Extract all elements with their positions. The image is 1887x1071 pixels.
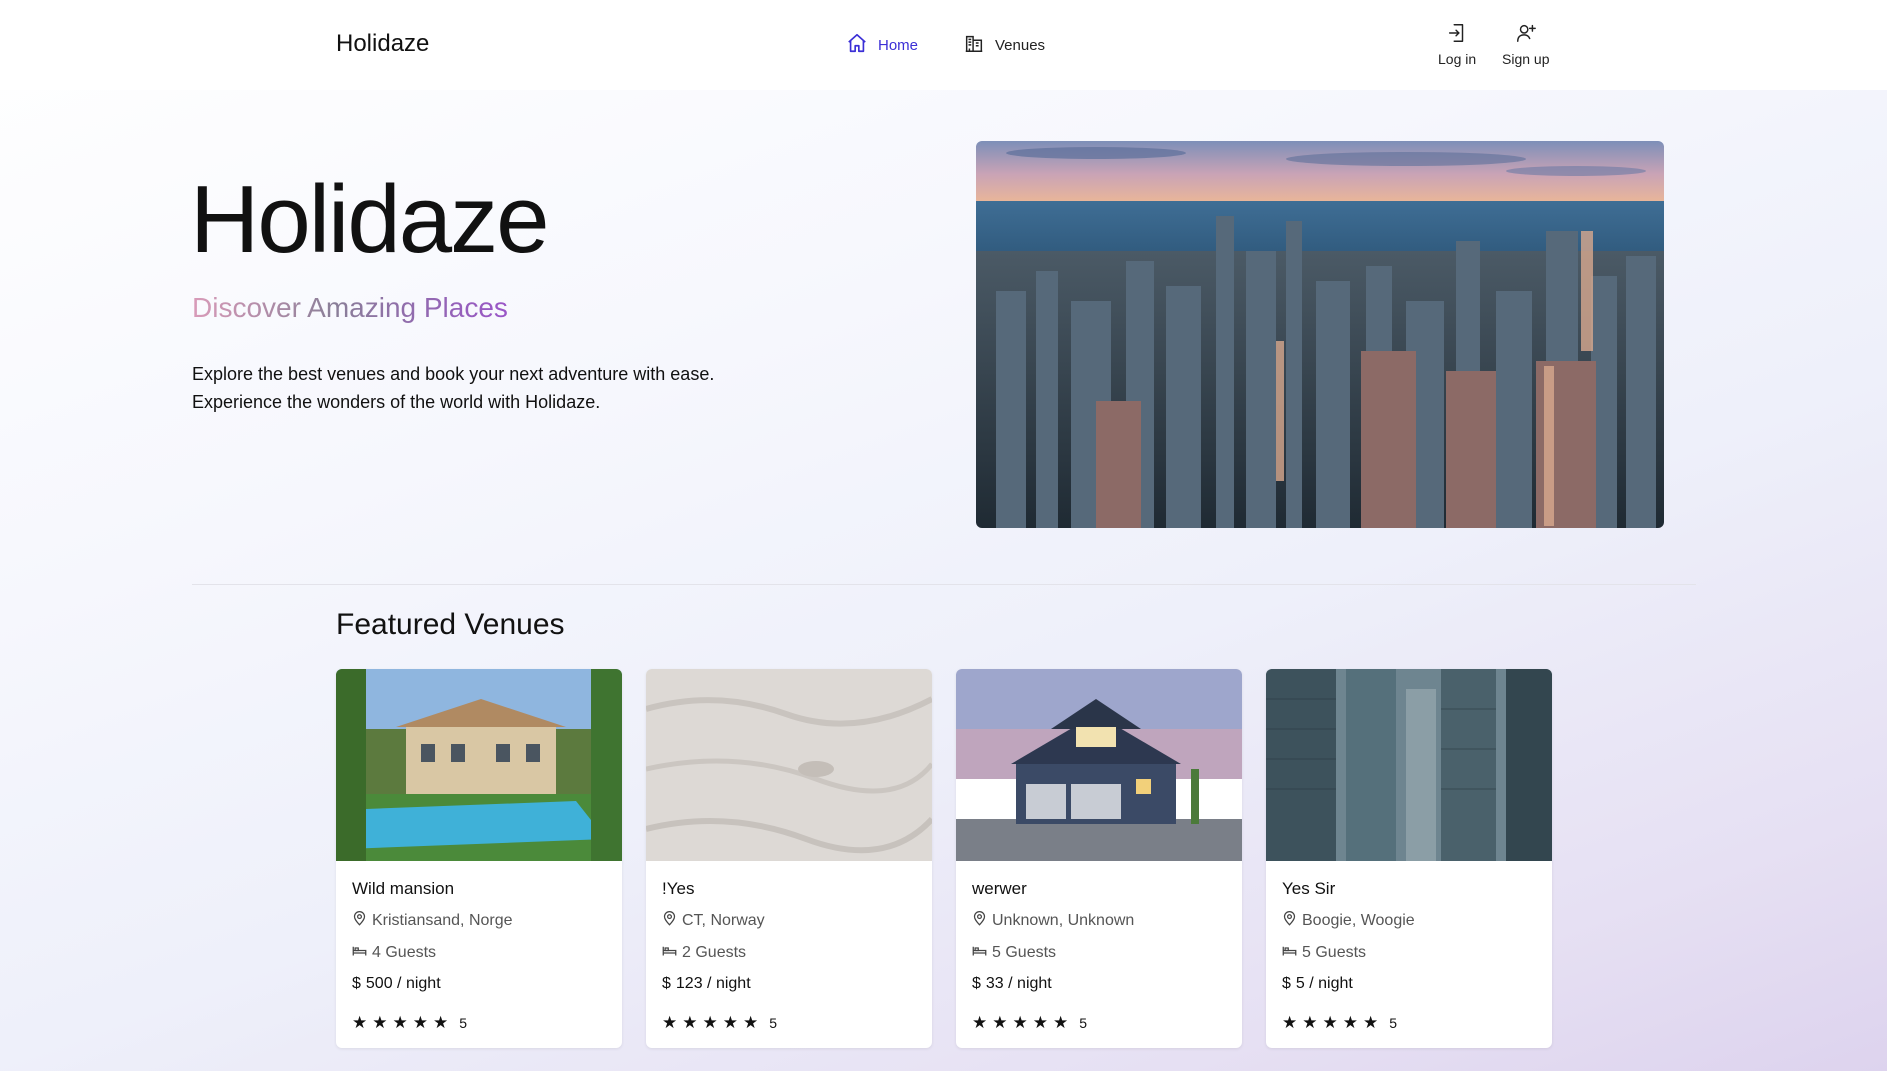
location-pin-icon — [1282, 911, 1297, 931]
venue-name: Wild mansion — [352, 879, 455, 898]
venue-rating: ★ ★ ★ ★ ★ 5 — [1282, 1014, 1397, 1031]
venue-location: Unknown, Unknown — [972, 911, 1134, 931]
brand-logo[interactable]: Holidaze — [336, 30, 429, 58]
venue-guests: 5 Guests — [972, 943, 1056, 963]
venue-image-skyscrapers — [1266, 669, 1552, 861]
login-icon — [1446, 22, 1468, 47]
venue-card[interactable]: Wild mansion Kristiansand, Norge 4 Guest… — [336, 669, 622, 1048]
bed-icon — [352, 943, 367, 963]
hero-title: Holidaze — [190, 166, 550, 273]
dollar-icon: $ — [972, 975, 981, 992]
star-icon: ★ — [1322, 1013, 1338, 1032]
venue-rating: ★ ★ ★ ★ ★ 5 — [352, 1014, 467, 1031]
bed-icon — [662, 943, 677, 963]
star-icon: ★ — [972, 1013, 988, 1032]
star-icon: ★ — [702, 1013, 718, 1032]
signup-label: Sign up — [1502, 51, 1550, 67]
venue-location: Kristiansand, Norge — [352, 911, 513, 931]
star-icon: ★ — [1053, 1013, 1069, 1032]
star-icon: ★ — [1032, 1013, 1048, 1032]
venue-name: werwer — [972, 879, 1027, 898]
venue-name: !Yes — [662, 879, 695, 898]
venue-rating: ★ ★ ★ ★ ★ 5 — [662, 1014, 777, 1031]
star-icon: ★ — [662, 1013, 678, 1032]
top-nav: Holidaze Home Venues Log in Sign up — [0, 0, 1887, 90]
star-icon: ★ — [412, 1013, 428, 1032]
login-label: Log in — [1438, 51, 1477, 67]
section-divider — [192, 584, 1696, 585]
hero-subtitle: Discover Amazing Places — [192, 292, 508, 323]
rating-value: 5 — [1079, 1014, 1088, 1031]
venue-image-sand — [646, 669, 932, 861]
venue-card[interactable]: Yes Sir Boogie, Woogie 5 Guests $ 5 / ni… — [1266, 669, 1552, 1048]
rating-value: 5 — [1389, 1014, 1398, 1031]
venue-card[interactable]: werwer Unknown, Unknown 5 Guests $ 33 / … — [956, 669, 1242, 1048]
nav-home-link[interactable]: Home — [846, 32, 918, 58]
star-icon: ★ — [1342, 1013, 1358, 1032]
star-icon: ★ — [1282, 1013, 1298, 1032]
add-user-icon — [1515, 22, 1537, 47]
location-pin-icon — [352, 911, 367, 931]
dollar-icon: $ — [352, 975, 361, 992]
bed-icon — [1282, 943, 1297, 963]
star-icon: ★ — [1012, 1013, 1028, 1032]
nav-venues-label: Venues — [995, 36, 1046, 54]
rating-value: 5 — [459, 1014, 468, 1031]
star-icon: ★ — [743, 1013, 759, 1032]
venue-image-house — [956, 669, 1242, 861]
venue-price: $ 5 / night — [1282, 975, 1353, 992]
location-pin-icon — [662, 911, 677, 931]
venue-location: CT, Norway — [662, 911, 765, 931]
venue-location: Boogie, Woogie — [1282, 911, 1415, 931]
hero-description: Explore the best venues and book your ne… — [192, 364, 715, 412]
venue-guests: 2 Guests — [662, 943, 746, 963]
dollar-icon: $ — [662, 975, 671, 992]
venue-price: $ 123 / night — [662, 975, 751, 992]
hero-city-image — [976, 141, 1664, 528]
login-button[interactable]: Log in — [1438, 22, 1476, 67]
star-icon: ★ — [722, 1013, 738, 1032]
venue-guests: 4 Guests — [352, 943, 436, 963]
star-icon: ★ — [372, 1013, 388, 1032]
star-icon: ★ — [433, 1013, 449, 1032]
dollar-icon: $ — [1282, 975, 1291, 992]
venue-card[interactable]: !Yes CT, Norway 2 Guests $ 123 / night ★… — [646, 669, 932, 1048]
featured-title: Featured Venues — [336, 608, 565, 641]
star-icon: ★ — [682, 1013, 698, 1032]
star-icon: ★ — [992, 1013, 1008, 1032]
signup-button[interactable]: Sign up — [1502, 22, 1549, 67]
location-pin-icon — [972, 911, 987, 931]
nav-home-label: Home — [878, 36, 919, 54]
rating-value: 5 — [769, 1014, 778, 1031]
bed-icon — [972, 943, 987, 963]
venue-image-mansion — [336, 669, 622, 861]
venue-price: $ 33 / night — [972, 975, 1052, 992]
building-icon — [963, 32, 985, 58]
nav-venues-link[interactable]: Venues — [963, 32, 1045, 58]
home-icon — [846, 32, 868, 58]
venue-name: Yes Sir — [1282, 879, 1336, 898]
venue-guests: 5 Guests — [1282, 943, 1366, 963]
star-icon: ★ — [1302, 1013, 1318, 1032]
venue-rating: ★ ★ ★ ★ ★ 5 — [972, 1014, 1087, 1031]
star-icon: ★ — [392, 1013, 408, 1032]
venue-price: $ 500 / night — [352, 975, 441, 992]
star-icon: ★ — [1363, 1013, 1379, 1032]
star-icon: ★ — [352, 1013, 368, 1032]
